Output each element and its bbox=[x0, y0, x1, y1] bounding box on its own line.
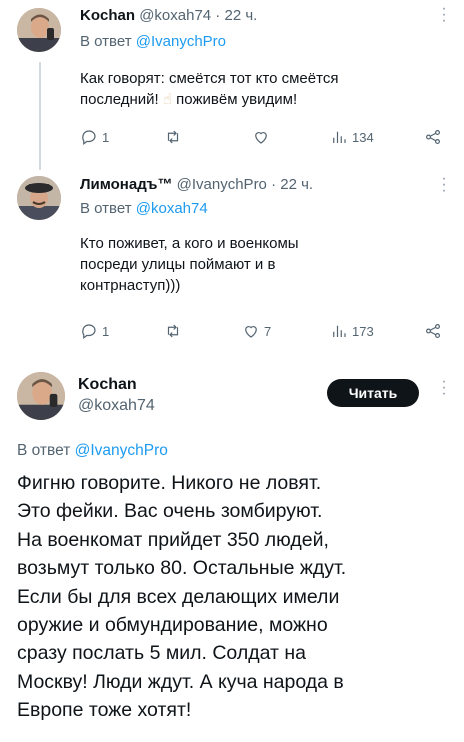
replying-to: В ответ @koxah74 bbox=[80, 199, 208, 219]
text-fragment: поживём увидим! bbox=[172, 91, 298, 108]
avatar-image bbox=[17, 176, 61, 220]
tweet-text: Кто поживет, а кого и военкомы посреди у… bbox=[80, 233, 450, 296]
more-dots-icon[interactable]: · · · bbox=[437, 1, 451, 29]
tweet-text-line: Это фейки. Вас очень зомбируют. bbox=[17, 500, 323, 523]
tweet-text-line: Кто поживет, а кого и военкомы bbox=[80, 235, 299, 252]
pointing-up-emoji: ☝ bbox=[162, 91, 172, 108]
tweet-text-line: На военкомат прийдет 350 людей, bbox=[17, 528, 329, 551]
share-icon bbox=[426, 130, 440, 144]
views-button[interactable]: 134 bbox=[330, 128, 374, 146]
reply-handle-link[interactable]: @IvanychPro bbox=[75, 442, 168, 459]
more-dots-icon[interactable]: · · · bbox=[437, 171, 451, 199]
tweet-text-line: оружие и обмундирование, можно bbox=[17, 614, 328, 637]
separator-dot: · bbox=[266, 176, 281, 193]
avatar[interactable] bbox=[17, 176, 61, 220]
reply-prefix: В ответ bbox=[17, 442, 75, 459]
like-button[interactable] bbox=[252, 128, 274, 146]
reply-button[interactable]: 1 bbox=[80, 128, 109, 146]
views-count: 134 bbox=[352, 129, 374, 145]
author-name[interactable]: Лимонадъ™ bbox=[80, 176, 172, 193]
views-count: 173 bbox=[352, 323, 374, 339]
tweet-header: Kochan @koxah74 · 22 ч. bbox=[80, 6, 257, 26]
reply-handle-link[interactable]: @koxah74 bbox=[136, 200, 208, 217]
author-handle[interactable]: @koxah74 bbox=[139, 7, 211, 24]
tweet-header: Лимонадъ™ @IvanychPro · 22 ч. bbox=[80, 175, 313, 195]
tweet-text-line: последний! ☝ поживём увидим! bbox=[80, 89, 450, 110]
reply-prefix: В ответ bbox=[80, 33, 136, 50]
share-icon bbox=[426, 324, 440, 338]
author-handle[interactable]: @koxah74 bbox=[78, 396, 155, 416]
avatar-image bbox=[17, 372, 65, 420]
tweet-text-line: Москву! Люди ждут. А куча народа в bbox=[17, 670, 344, 693]
tweet-text: Как говорят: смеётся тот кто смеётся пос… bbox=[80, 68, 450, 110]
heart-icon bbox=[245, 326, 257, 338]
tweet-text-line: Как говорят: смеётся тот кто смеётся bbox=[80, 70, 339, 87]
timestamp[interactable]: 22 ч. bbox=[280, 176, 313, 193]
tweet-text-line: возьмут только 80. Остальные ждут. bbox=[17, 557, 347, 580]
author-handle[interactable]: @IvanychPro bbox=[177, 176, 267, 193]
separator-dot: · bbox=[211, 7, 225, 24]
reply-count: 1 bbox=[102, 129, 110, 145]
avatar[interactable] bbox=[17, 372, 65, 420]
views-button[interactable]: 173 bbox=[330, 322, 374, 340]
heart-icon bbox=[255, 132, 267, 144]
reply-button[interactable]: 1 bbox=[80, 322, 109, 340]
like-count: 7 bbox=[264, 323, 272, 339]
retweet-button[interactable] bbox=[164, 128, 186, 146]
text-fragment: последний! bbox=[80, 91, 163, 108]
reply-prefix: В ответ bbox=[80, 200, 136, 217]
retweet-button[interactable] bbox=[164, 322, 186, 340]
tweet-text-line: Фигню говорите. Никого не ловят. bbox=[17, 472, 322, 494]
more-dots-icon[interactable]: · · · bbox=[437, 374, 451, 402]
reply-icon bbox=[82, 324, 96, 339]
retweet-icon bbox=[167, 130, 179, 144]
tweet-text-line: посреди улицы поймают и в bbox=[80, 256, 276, 273]
tweet-actions: 1 134 bbox=[80, 128, 450, 148]
reply-handle-link[interactable]: @IvanychPro bbox=[136, 33, 226, 50]
thread-connector-line bbox=[39, 62, 41, 170]
views-icon bbox=[333, 325, 346, 337]
tweet-text-line: Европе тоже хотят! bbox=[17, 699, 192, 722]
share-button[interactable] bbox=[424, 128, 442, 146]
avatar-image bbox=[17, 8, 61, 52]
avatar[interactable] bbox=[17, 8, 61, 52]
share-button[interactable] bbox=[424, 322, 442, 340]
author-name[interactable]: Kochan bbox=[78, 375, 137, 395]
follow-button[interactable]: Читать bbox=[327, 379, 419, 407]
tweet-text-line: контрнаступ))) bbox=[80, 277, 181, 294]
timestamp[interactable]: 22 ч. bbox=[224, 7, 257, 24]
reply-count: 1 bbox=[102, 323, 110, 339]
replying-to: В ответ @IvanychPro bbox=[17, 441, 168, 461]
tweet-text-line: Если бы для всех делающих имели bbox=[17, 585, 340, 608]
tweet-actions: 1 7 173 bbox=[80, 322, 450, 342]
reply-icon bbox=[82, 130, 96, 145]
views-icon bbox=[333, 131, 346, 143]
tweet-text-line: сразу послать 5 мил. Солдат на bbox=[17, 642, 306, 665]
author-name[interactable]: Kochan bbox=[80, 7, 135, 24]
like-button[interactable]: 7 bbox=[242, 322, 271, 340]
main-tweet-text: Фигню говорите. Никого не ловят. Это фей… bbox=[17, 469, 457, 725]
retweet-icon bbox=[167, 324, 179, 338]
replying-to: В ответ @IvanychPro bbox=[80, 32, 226, 52]
